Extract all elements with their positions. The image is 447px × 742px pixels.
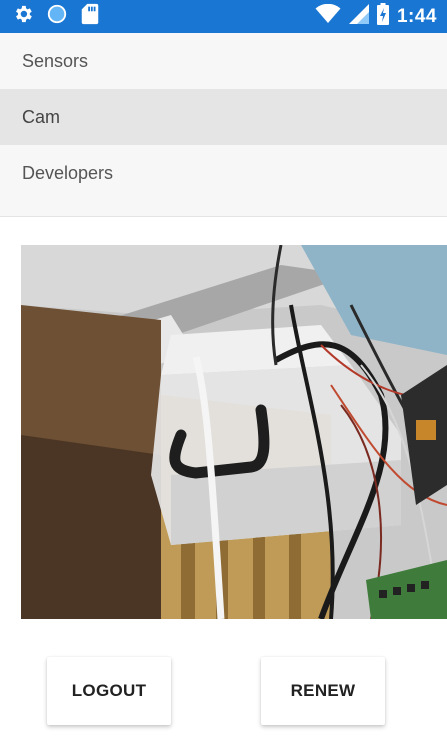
status-right-icons: 1:44 — [315, 3, 437, 30]
logout-button[interactable]: LOGOUT — [47, 657, 171, 725]
camera-image — [21, 245, 447, 619]
battery-icon — [376, 3, 389, 30]
renew-button[interactable]: RENEW — [261, 657, 385, 725]
settings-gear-icon — [12, 3, 34, 30]
menu-item-label: Developers — [22, 162, 114, 183]
status-left-icons — [12, 3, 100, 30]
menu-item-label: Cam — [22, 106, 61, 127]
camera-photo — [21, 245, 447, 619]
status-bar: 1:44 — [0, 0, 447, 33]
circle-icon — [46, 3, 68, 30]
nav-menu: Sensors Cam Developers — [0, 33, 447, 217]
menu-item-label: Sensors — [22, 50, 89, 71]
menu-item-sensors[interactable]: Sensors — [0, 33, 447, 89]
status-time: 1:44 — [396, 5, 437, 27]
wifi-icon — [315, 3, 341, 29]
menu-item-developers[interactable]: Developers — [0, 145, 447, 201]
menu-item-cam[interactable]: Cam — [0, 89, 447, 145]
sd-card-icon — [80, 3, 100, 30]
signal-icon — [348, 4, 369, 29]
